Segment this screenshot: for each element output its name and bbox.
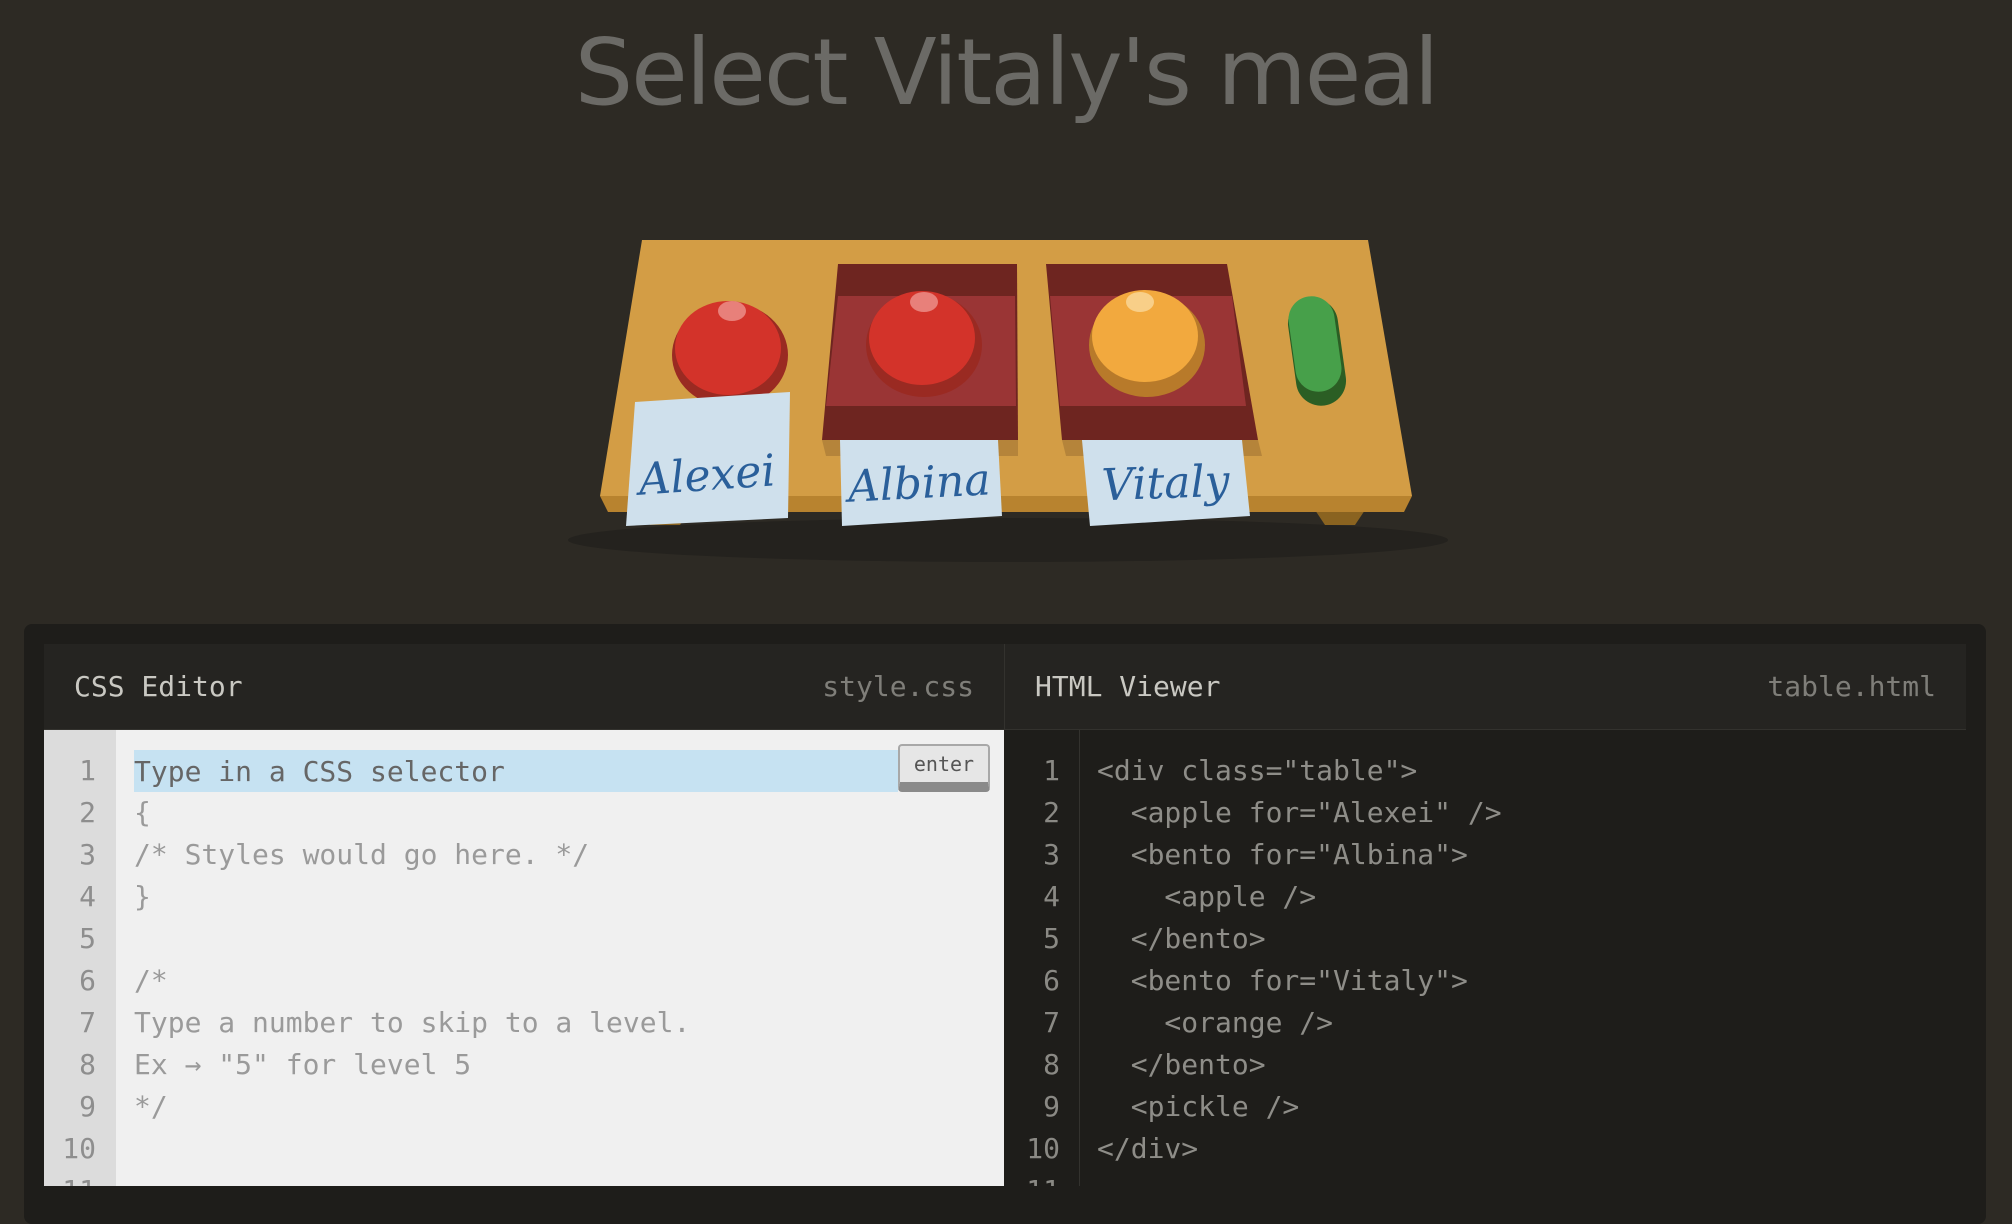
table-shadow <box>568 518 1448 562</box>
line-number: 8 <box>1043 1048 1060 1081</box>
line-number: 2 <box>79 796 96 829</box>
line-number: 6 <box>79 964 96 997</box>
meal-table-scene: Alexei Albina Vitaly <box>568 240 1448 562</box>
code-line: <bento for="Vitaly"> <box>1097 964 1468 997</box>
line-number: 6 <box>1043 964 1060 997</box>
css-editor-title: CSS Editor <box>74 670 243 703</box>
table-leg-right <box>1315 510 1365 525</box>
line-number: 3 <box>1043 838 1060 871</box>
code-line: { <box>134 796 151 829</box>
code-line: <orange /> <box>1097 1006 1334 1039</box>
line-number: 7 <box>1043 1006 1060 1039</box>
line-number: 11 <box>44 1170 96 1186</box>
line-number: 9 <box>79 1090 96 1123</box>
css-editor-body: 1 2 {3 /* Styles would go here. */ 4} 5 6 /* 7 Ty… <box>44 730 1004 1186</box>
code-line: <apple for="Alexei" /> <box>1097 796 1502 829</box>
code-line: } <box>134 880 151 913</box>
css-editor-header: CSS Editor style.css <box>44 644 1004 730</box>
line-number: 10 <box>62 1132 96 1165</box>
line-number: 2 <box>1043 796 1060 829</box>
line-number: 8 <box>79 1048 96 1081</box>
html-viewer-header: HTML Viewer table.html <box>1004 644 1966 730</box>
code-line: <bento for="Albina"> <box>1097 838 1468 871</box>
name-tag-text: Vitaly <box>1101 456 1232 511</box>
code-line: </bento> <box>1097 1048 1266 1081</box>
code-line: /* <box>134 964 168 997</box>
line-number: 3 <box>79 838 96 871</box>
code-line: <apple /> <box>1097 880 1317 913</box>
html-file-name: table.html <box>1767 670 1936 703</box>
bento-vitaly[interactable] <box>1046 264 1262 456</box>
code-line: </bento> <box>1097 922 1266 955</box>
line-number: 9 <box>1043 1090 1060 1123</box>
code-line: <pickle /> <box>1097 1090 1300 1123</box>
bento-albina[interactable] <box>822 264 1018 456</box>
line-number: 5 <box>1043 922 1060 955</box>
name-tag-alexei: Alexei <box>626 392 790 526</box>
code-line: /* Styles would go here. */ <box>134 838 590 871</box>
name-tag-text: Albina <box>843 454 992 513</box>
line-number: 5 <box>79 922 96 955</box>
code-line: */ <box>134 1090 168 1123</box>
css-file-name: style.css <box>822 670 974 703</box>
line-number: 1 <box>79 754 96 787</box>
line-number: 11 <box>1004 1170 1060 1186</box>
html-viewer-body: 1 <div class="table"> 2 <apple for="Alexei… <box>1004 730 1966 1186</box>
line-number: 4 <box>79 880 96 913</box>
name-tag-albina: Albina <box>840 440 1002 526</box>
name-tag-text: Alexei <box>633 445 777 506</box>
line-number: 10 <box>1026 1132 1060 1165</box>
code-line: Ex → "5" for level 5 <box>134 1048 472 1081</box>
name-tag-vitaly: Vitaly <box>1082 440 1250 526</box>
code-line: <div class="table"> <box>1097 754 1418 787</box>
line-number: 4 <box>1043 880 1060 913</box>
enter-button[interactable]: enter <box>898 744 990 792</box>
html-viewer-title: HTML Viewer <box>1035 670 1221 703</box>
line-number: 7 <box>79 1006 96 1039</box>
code-line: Type a number to skip to a level. <box>134 1006 691 1039</box>
line-number: 1 <box>1043 754 1060 787</box>
code-line: </div> <box>1097 1132 1199 1165</box>
css-selector-input[interactable] <box>134 750 898 792</box>
